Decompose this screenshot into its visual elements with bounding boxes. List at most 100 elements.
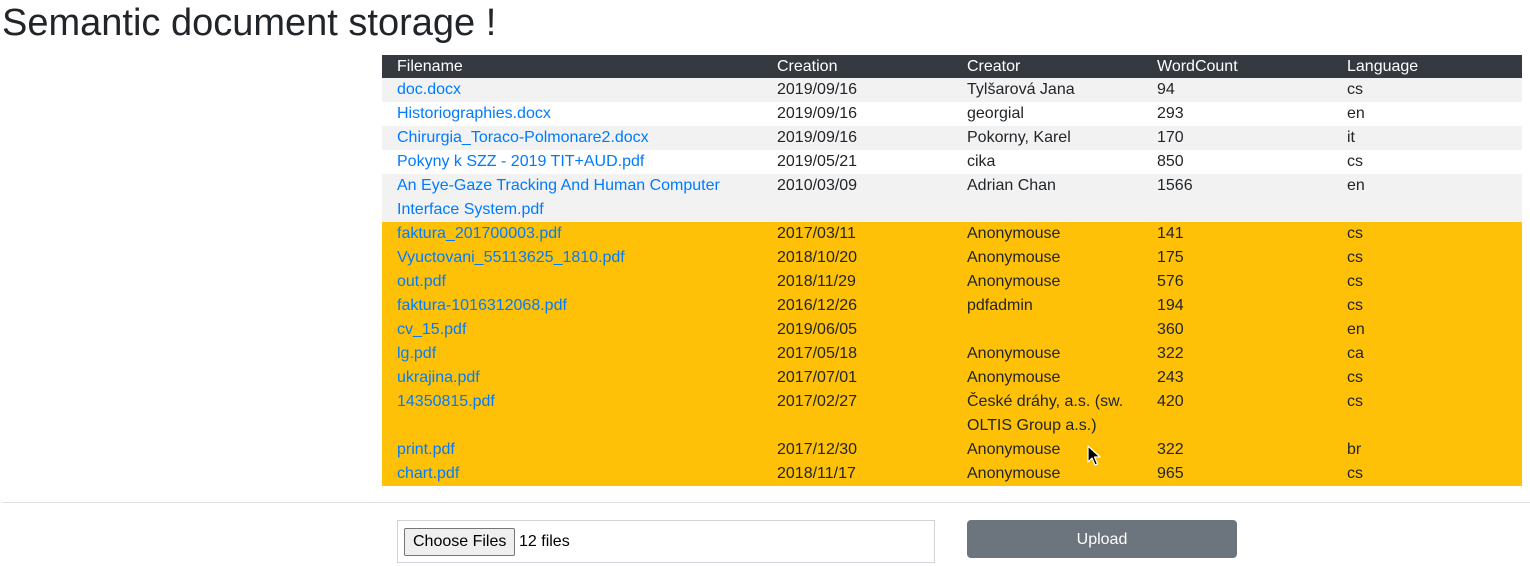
table-row: Historiographies.docx 2019/09/16 georgial 2… (382, 102, 1522, 126)
file-link[interactable]: faktura_201700003.pdf (397, 225, 562, 242)
file-link[interactable]: doc.docx (397, 81, 461, 98)
column-header-creation[interactable]: Creation (762, 55, 952, 78)
cell-creator: Tylšarová Jana (952, 78, 1142, 102)
cell-language: cs (1332, 294, 1522, 318)
cell-creator: Anonymouse (952, 342, 1142, 366)
cell-language: cs (1332, 270, 1522, 294)
cell-wordcount: 322 (1142, 342, 1332, 366)
cell-filename: lg.pdf (382, 342, 762, 366)
cell-creator: České dráhy, a.s. (sw. OLTIS Group a.s.) (952, 390, 1142, 438)
cell-creator: Adrian Chan (952, 174, 1142, 222)
file-input[interactable]: Choose Files 12 files (397, 520, 935, 563)
table-row: Pokyny k SZZ - 2019 TIT+AUD.pdf 2019/05/2… (382, 150, 1522, 174)
cell-filename: Chirurgia_Toraco-Polmonare2.docx (382, 126, 762, 150)
cell-filename: print.pdf (382, 438, 762, 462)
cell-wordcount: 94 (1142, 78, 1332, 102)
cell-creation: 2017/02/27 (762, 390, 952, 438)
cell-filename: doc.docx (382, 78, 762, 102)
cell-creator: Anonymouse (952, 366, 1142, 390)
cell-wordcount: 243 (1142, 366, 1332, 390)
table-row: print.pdf 2017/12/30 Anonymouse 322 br (382, 438, 1522, 462)
table-row: 14350815.pdf 2017/02/27 České dráhy, a.s. … (382, 390, 1522, 438)
cell-wordcount: 420 (1142, 390, 1332, 438)
file-link[interactable]: lg.pdf (397, 345, 436, 362)
column-header-creator[interactable]: Creator (952, 55, 1142, 78)
cell-wordcount: 175 (1142, 246, 1332, 270)
cell-wordcount: 170 (1142, 126, 1332, 150)
table-row: faktura_201700003.pdf 2017/03/11 Anonymous… (382, 222, 1522, 246)
file-link[interactable]: print.pdf (397, 441, 455, 458)
cell-wordcount: 1566 (1142, 174, 1332, 222)
cell-creation: 2019/09/16 (762, 78, 952, 102)
file-link[interactable]: Historiographies.docx (397, 105, 551, 122)
cell-filename: faktura_201700003.pdf (382, 222, 762, 246)
file-link[interactable]: Chirurgia_Toraco-Polmonare2.docx (397, 129, 649, 146)
table-row: An Eye-Gaze Tracking And Human Computer … (382, 174, 1522, 222)
cell-creator: Pokorny, Karel (952, 126, 1142, 150)
table-row: ukrajina.pdf 2017/07/01 Anonymouse 243 cs (382, 366, 1522, 390)
page-title: Semantic document storage ! (2, 2, 497, 44)
cell-creator: Anonymouse (952, 462, 1142, 486)
cell-language: cs (1332, 246, 1522, 270)
cell-creation: 2017/03/11 (762, 222, 952, 246)
file-link[interactable]: 14350815.pdf (397, 393, 495, 410)
cell-filename: chart.pdf (382, 462, 762, 486)
cell-language: cs (1332, 78, 1522, 102)
cell-language: ca (1332, 342, 1522, 366)
file-link[interactable]: ukrajina.pdf (397, 369, 480, 386)
cell-wordcount: 360 (1142, 318, 1332, 342)
table-row: cv_15.pdf 2019/06/05 360 en (382, 318, 1522, 342)
cell-filename: cv_15.pdf (382, 318, 762, 342)
upload-button[interactable]: Upload (967, 520, 1237, 558)
cell-filename: 14350815.pdf (382, 390, 762, 438)
selected-file-count: 12 files (519, 533, 570, 550)
cell-creator: cika (952, 150, 1142, 174)
cell-creator: Anonymouse (952, 222, 1142, 246)
cell-creation: 2018/11/17 (762, 462, 952, 486)
cell-creation: 2016/12/26 (762, 294, 952, 318)
cell-wordcount: 322 (1142, 438, 1332, 462)
table-row: Chirurgia_Toraco-Polmonare2.docx 2019/09/… (382, 126, 1522, 150)
cell-creation: 2017/12/30 (762, 438, 952, 462)
cell-creation: 2010/03/09 (762, 174, 952, 222)
documents-table: Filename Creation Creator WordCount Lang… (382, 55, 1522, 486)
file-link[interactable]: Vyuctovani_55113625_1810.pdf (397, 249, 625, 266)
cell-creator: Anonymouse (952, 246, 1142, 270)
table-row: faktura-1016312068.pdf 2016/12/26 pdfadmin… (382, 294, 1522, 318)
cell-filename: Pokyny k SZZ - 2019 TIT+AUD.pdf (382, 150, 762, 174)
cell-wordcount: 965 (1142, 462, 1332, 486)
table-body: doc.docx 2019/09/16 Tylšarová Jana 94 cs Hist… (382, 78, 1522, 486)
cell-creator: Anonymouse (952, 270, 1142, 294)
cell-filename: Vyuctovani_55113625_1810.pdf (382, 246, 762, 270)
choose-files-button[interactable]: Choose Files (404, 528, 516, 556)
column-header-language[interactable]: Language (1332, 55, 1522, 78)
cell-language: cs (1332, 390, 1522, 438)
table-row: out.pdf 2018/11/29 Anonymouse 576 cs (382, 270, 1522, 294)
cell-filename: ukrajina.pdf (382, 366, 762, 390)
cell-wordcount: 141 (1142, 222, 1332, 246)
cell-language: en (1332, 102, 1522, 126)
file-link[interactable]: faktura-1016312068.pdf (397, 297, 567, 314)
cell-language: cs (1332, 462, 1522, 486)
cell-creation: 2018/10/20 (762, 246, 952, 270)
file-link[interactable]: chart.pdf (397, 465, 459, 482)
cell-creation: 2019/09/16 (762, 126, 952, 150)
cell-creation: 2019/09/16 (762, 102, 952, 126)
column-header-wordcount[interactable]: WordCount (1142, 55, 1332, 78)
column-header-filename[interactable]: Filename (382, 55, 762, 78)
cell-creator: pdfadmin (952, 294, 1142, 318)
cell-language: cs (1332, 366, 1522, 390)
cell-language: en (1332, 174, 1522, 222)
table-row: chart.pdf 2018/11/17 Anonymouse 965 cs (382, 462, 1522, 486)
cell-creation: 2017/05/18 (762, 342, 952, 366)
form-divider (2, 502, 1530, 503)
file-link[interactable]: cv_15.pdf (397, 321, 466, 338)
cell-creator (952, 318, 1142, 342)
file-link[interactable]: Pokyny k SZZ - 2019 TIT+AUD.pdf (397, 153, 644, 170)
cell-language: br (1332, 438, 1522, 462)
file-link[interactable]: out.pdf (397, 273, 446, 290)
cell-creation: 2017/07/01 (762, 366, 952, 390)
cell-language: en (1332, 318, 1522, 342)
table-row: doc.docx 2019/09/16 Tylšarová Jana 94 cs (382, 78, 1522, 102)
file-link[interactable]: An Eye-Gaze Tracking And Human Computer … (397, 177, 720, 218)
